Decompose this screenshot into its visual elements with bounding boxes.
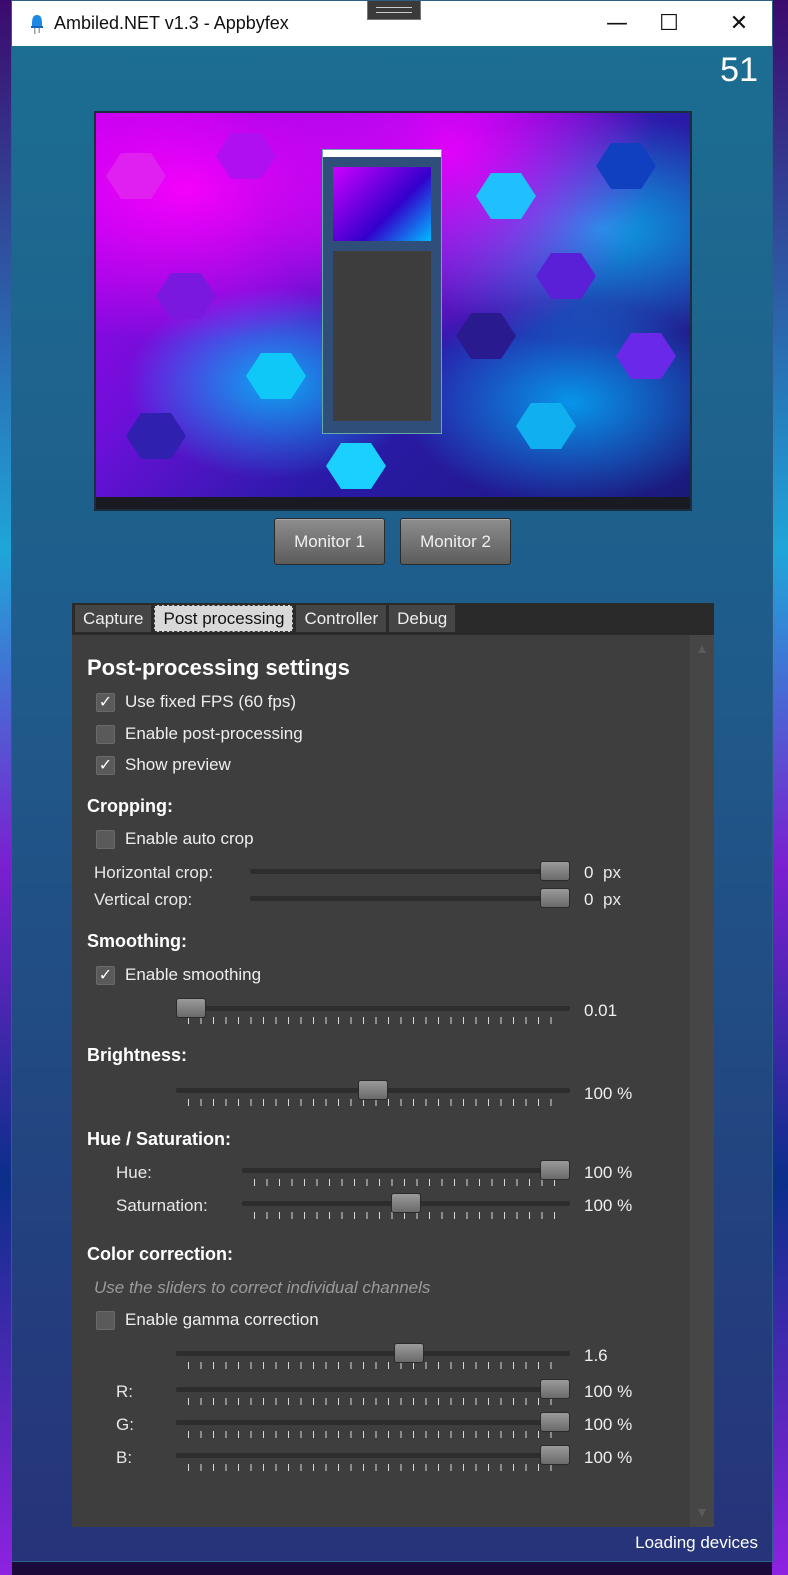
- vertical-crop-slider[interactable]: [250, 888, 570, 915]
- enable-smoothing-checkbox[interactable]: ✓ Enable smoothing: [96, 965, 261, 985]
- monitor-2-button[interactable]: Monitor 2: [400, 518, 511, 565]
- tab-strip: Capture Post processing Controller Debug: [72, 603, 714, 635]
- capture-preview: [94, 111, 692, 511]
- green-channel-value: 100 %: [584, 1415, 633, 1434]
- slider-thumb[interactable]: [540, 888, 570, 908]
- slider-thumb[interactable]: [540, 1412, 570, 1432]
- horizontal-crop-label: Horizontal crop:: [94, 863, 214, 882]
- vertical-crop-value: 0: [584, 890, 594, 909]
- blue-channel-label: B:: [116, 1448, 133, 1467]
- brightness-slider[interactable]: [176, 1080, 570, 1107]
- show-preview-checkbox[interactable]: ✓ Show preview: [96, 755, 231, 775]
- tab-capture[interactable]: Capture: [75, 605, 152, 632]
- scroll-up-icon[interactable]: ▲: [690, 637, 714, 659]
- checkbox-box[interactable]: [96, 724, 115, 744]
- checkbox-label: Enable smoothing: [125, 965, 262, 984]
- checkbox-label: Use fixed FPS (60 fps): [125, 692, 297, 711]
- drag-grip-icon[interactable]: [367, 1, 421, 20]
- checkbox-box[interactable]: ✓: [96, 692, 115, 712]
- checkbox-box[interactable]: ✓: [96, 965, 115, 985]
- color-correction-heading: Color correction:: [87, 1244, 234, 1264]
- green-channel-label: G:: [116, 1415, 134, 1434]
- preview-image: [96, 113, 690, 499]
- checkbox-box[interactable]: ✓: [96, 755, 115, 775]
- use-fixed-fps-checkbox[interactable]: ✓ Use fixed FPS (60 fps): [96, 692, 296, 712]
- hue-slider[interactable]: [242, 1160, 570, 1187]
- hue-saturation-heading: Hue / Saturation:: [87, 1129, 232, 1149]
- preview-mini-window: [322, 149, 442, 434]
- gamma-slider[interactable]: [176, 1343, 570, 1370]
- close-button[interactable]: ✕: [704, 1, 774, 46]
- slider-thumb[interactable]: [540, 1445, 570, 1465]
- saturation-value: 100 %: [584, 1196, 633, 1215]
- color-correction-hint: Use the sliders to correct individual ch…: [94, 1278, 431, 1297]
- horizontal-crop-slider[interactable]: [250, 861, 570, 888]
- horizontal-crop-unit: px: [603, 863, 621, 882]
- smoothing-value: 0.01: [584, 1001, 618, 1020]
- enable-post-processing-checkbox[interactable]: Enable post-processing: [96, 724, 303, 744]
- checkbox-box[interactable]: [96, 829, 115, 849]
- brightness-heading: Brightness:: [87, 1045, 188, 1065]
- saturation-slider[interactable]: [242, 1193, 570, 1220]
- green-channel-slider[interactable]: [176, 1412, 570, 1439]
- scroll-down-icon[interactable]: ▼: [690, 1501, 714, 1523]
- vertical-crop-unit: px: [603, 890, 621, 909]
- slider-thumb[interactable]: [176, 998, 206, 1018]
- post-processing-heading: Post-processing settings: [87, 655, 350, 680]
- status-text: Loading devices: [635, 1533, 758, 1552]
- cropping-heading: Cropping:: [87, 796, 173, 816]
- checkbox-box[interactable]: [96, 1310, 115, 1330]
- gamma-value: 1.6: [584, 1346, 608, 1365]
- slider-thumb[interactable]: [540, 861, 570, 881]
- hue-label: Hue:: [116, 1163, 152, 1182]
- blue-channel-value: 100 %: [584, 1448, 633, 1467]
- hue-value: 100 %: [584, 1163, 633, 1182]
- tab-controller[interactable]: Controller: [296, 605, 387, 632]
- window-title: Ambiled.NET v1.3 - Appbyfex: [54, 13, 289, 33]
- blue-channel-slider[interactable]: [176, 1445, 570, 1472]
- smoothing-heading: Smoothing:: [87, 931, 187, 951]
- horizontal-crop-value: 0: [584, 863, 594, 882]
- smoothing-slider[interactable]: [176, 998, 570, 1025]
- tab-post-processing[interactable]: Post processing: [154, 605, 294, 632]
- checkbox-label: Enable auto crop: [125, 829, 254, 848]
- checkbox-label: Enable post-processing: [125, 724, 303, 743]
- slider-thumb[interactable]: [358, 1080, 388, 1100]
- slider-thumb[interactable]: [540, 1160, 570, 1180]
- enable-auto-crop-checkbox[interactable]: Enable auto crop: [96, 829, 254, 849]
- enable-gamma-correction-checkbox[interactable]: Enable gamma correction: [96, 1310, 319, 1330]
- vertical-crop-label: Vertical crop:: [94, 890, 193, 909]
- vertical-scrollbar[interactable]: ▲ ▼: [690, 635, 714, 1527]
- checkbox-label: Show preview: [125, 755, 231, 774]
- led-app-icon: [26, 12, 48, 36]
- fps-counter: 51: [720, 51, 758, 89]
- saturation-label: Saturnation:: [116, 1196, 208, 1215]
- preview-taskbar: [96, 497, 690, 509]
- desktop-background-right: [772, 0, 788, 1575]
- maximize-button[interactable]: ☐: [634, 1, 704, 46]
- checkbox-label: Enable gamma correction: [125, 1310, 319, 1329]
- brightness-value: 100 %: [584, 1084, 633, 1103]
- post-processing-panel: ▲ ▼ Post-processing settings ✓ Use fixed…: [72, 635, 714, 1527]
- title-bar[interactable]: Ambiled.NET v1.3 - Appbyfex — ☐ ✕: [12, 1, 772, 46]
- red-channel-label: R:: [116, 1382, 133, 1401]
- red-channel-slider[interactable]: [176, 1379, 570, 1406]
- slider-thumb[interactable]: [394, 1343, 425, 1363]
- tab-debug[interactable]: Debug: [389, 605, 456, 632]
- monitor-1-button[interactable]: Monitor 1: [274, 518, 385, 565]
- slider-thumb[interactable]: [540, 1379, 570, 1399]
- red-channel-value: 100 %: [584, 1382, 633, 1401]
- slider-thumb[interactable]: [391, 1193, 421, 1213]
- app-window: Ambiled.NET v1.3 - Appbyfex — ☐ ✕ 51 Mon…: [11, 0, 773, 1562]
